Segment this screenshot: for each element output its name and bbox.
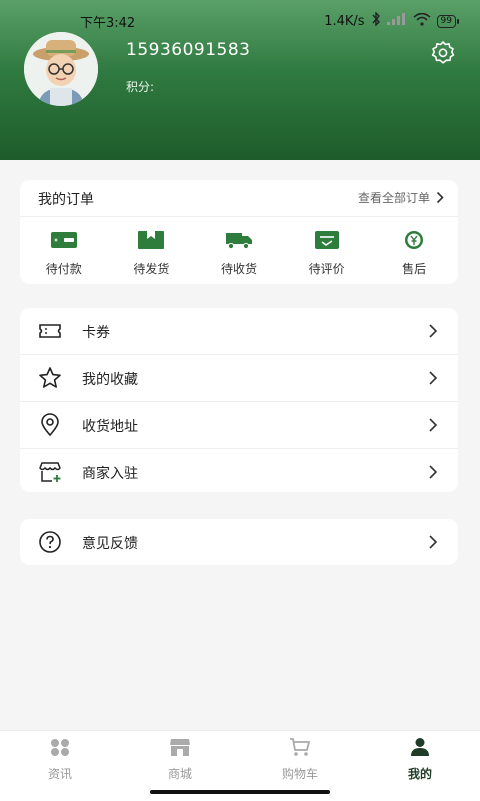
review-icon xyxy=(314,231,339,249)
network-speed: 1.4K/s xyxy=(324,13,365,29)
tab-mine[interactable]: 我的 xyxy=(360,737,480,782)
orders-header: 我的订单 查看全部订单 xyxy=(20,180,458,217)
tab-mall[interactable]: 商城 xyxy=(120,737,240,782)
menu-item-label: 我的收藏 xyxy=(82,372,138,388)
order-status-pending-review[interactable]: 待评价 xyxy=(292,226,362,276)
question-icon xyxy=(39,531,61,553)
chevron-right-icon xyxy=(429,418,438,432)
chevron-right-icon xyxy=(429,324,438,338)
menu-item-label: 卡券 xyxy=(82,325,110,341)
chevron-right-icon xyxy=(429,371,438,385)
order-status-pending-shipment[interactable]: 待发货 xyxy=(116,226,186,276)
star-icon xyxy=(39,367,61,388)
home-indicator xyxy=(150,790,330,794)
order-status-label: 待付款 xyxy=(45,262,82,276)
signal-icon xyxy=(386,13,407,29)
yen-icon xyxy=(405,231,424,249)
store-icon xyxy=(170,739,190,756)
status-bar: 下午3:42 1.4K/s 99 xyxy=(0,8,480,32)
grid-icon xyxy=(51,739,69,756)
status-time: 下午3:42 xyxy=(80,16,136,31)
tab-news[interactable]: 资讯 xyxy=(0,737,120,782)
menu-item-label: 商家入驻 xyxy=(82,466,138,482)
order-status-pending-payment[interactable]: 待付款 xyxy=(29,226,99,276)
tab-label: 购物车 xyxy=(281,767,318,781)
settings-gear-icon[interactable] xyxy=(430,40,456,66)
view-all-orders-label: 查看全部订单 xyxy=(357,191,430,205)
user-icon xyxy=(411,738,429,756)
chevron-right-icon xyxy=(429,535,438,549)
menu-item-address[interactable]: 收货地址 xyxy=(20,402,458,449)
order-status-pending-receipt[interactable]: 待收货 xyxy=(204,226,274,276)
menu-item-label: 意见反馈 xyxy=(82,536,138,552)
truck-icon xyxy=(225,233,252,250)
status-indicators: 1.4K/s 99 xyxy=(324,11,460,30)
shop-icon xyxy=(39,462,61,482)
order-status-label: 待收货 xyxy=(220,262,257,276)
avatar[interactable] xyxy=(24,32,98,106)
menu-item-coupons[interactable]: 卡券 xyxy=(20,308,458,355)
wallet-icon xyxy=(50,232,77,248)
tab-label: 我的 xyxy=(407,767,432,781)
cart-icon xyxy=(290,738,311,756)
menu-item-feedback[interactable]: 意见反馈 xyxy=(20,519,458,565)
orders-title: 我的订单 xyxy=(38,192,94,208)
profile-header: 下午3:42 1.4K/s 99 15936091583 积分: xyxy=(0,0,480,160)
order-status-label: 售后 xyxy=(402,262,427,276)
chevron-right-icon xyxy=(429,465,438,479)
chevron-right-icon xyxy=(436,191,444,204)
order-status-after-sales[interactable]: 售后 xyxy=(379,226,449,276)
menu-item-merchant-join[interactable]: 商家入驻 xyxy=(20,449,458,495)
order-status-row: 待付款 待发货 待收货 待评价 售后 xyxy=(20,226,458,276)
menu-card: 卡券 我的收藏 收货地址 商家入驻 xyxy=(20,308,458,492)
view-all-orders-link[interactable]: 查看全部订单 xyxy=(358,189,444,206)
menu-item-favorites[interactable]: 我的收藏 xyxy=(20,355,458,402)
location-pin-icon xyxy=(41,413,59,437)
tab-cart[interactable]: 购物车 xyxy=(240,737,360,782)
menu-item-label: 收货地址 xyxy=(82,419,138,435)
bluetooth-icon xyxy=(371,11,381,30)
ticket-icon xyxy=(39,324,61,338)
orders-card: 我的订单 查看全部订单 待付款 待发货 待收货 待评价 售后 xyxy=(20,180,458,284)
tab-label: 商城 xyxy=(167,767,192,781)
order-status-label: 待发货 xyxy=(133,262,170,276)
feedback-card: 意见反馈 xyxy=(20,519,458,565)
battery-icon: 99 xyxy=(436,14,460,28)
points-label: 积分: xyxy=(126,80,155,94)
user-phone: 15936091583 xyxy=(126,40,251,60)
wifi-icon xyxy=(413,12,431,30)
tab-label: 资讯 xyxy=(47,767,72,781)
package-icon xyxy=(138,231,165,249)
order-status-label: 待评价 xyxy=(308,262,345,276)
